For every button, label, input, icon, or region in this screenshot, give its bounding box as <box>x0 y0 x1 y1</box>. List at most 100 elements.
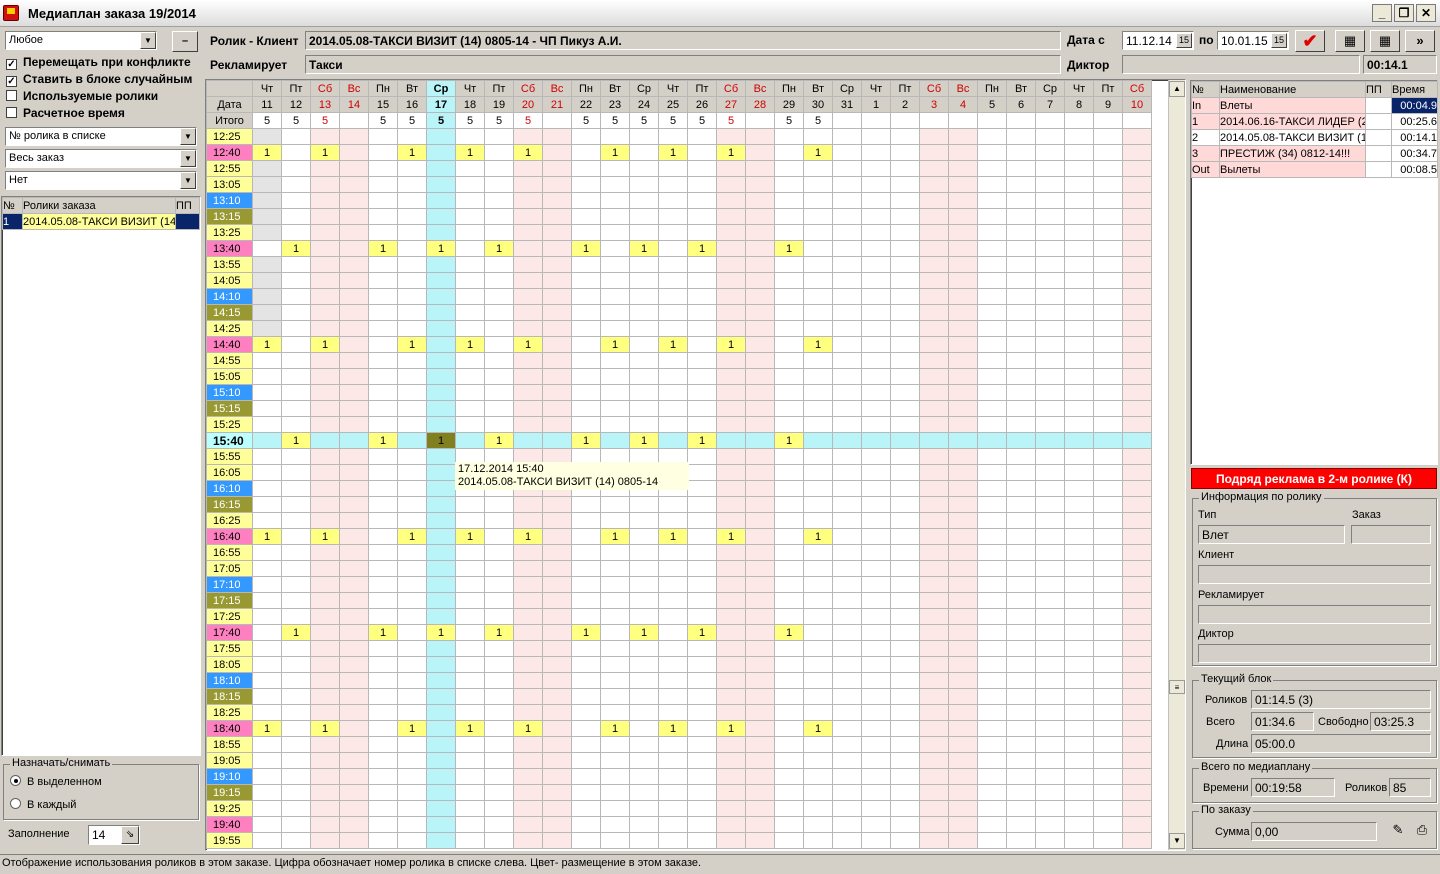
schedule-cell[interactable] <box>1122 240 1152 257</box>
schedule-cell[interactable] <box>919 624 949 641</box>
schedule-cell[interactable] <box>861 304 891 321</box>
schedule-cell[interactable] <box>600 320 630 337</box>
schedule-cell[interactable] <box>571 288 601 305</box>
schedule-cell[interactable] <box>368 576 398 593</box>
schedule-cell[interactable] <box>803 704 833 721</box>
schedule-cell[interactable] <box>861 224 891 241</box>
schedule-cell[interactable] <box>1093 480 1123 497</box>
schedule-cell[interactable] <box>426 208 456 225</box>
schedule-cell[interactable] <box>1093 304 1123 321</box>
schedule-cell[interactable] <box>890 240 920 257</box>
schedule-cell[interactable] <box>1006 656 1036 673</box>
schedule-cell[interactable] <box>774 384 804 401</box>
schedule-cell[interactable] <box>919 496 949 513</box>
schedule-cell[interactable] <box>571 576 601 593</box>
schedule-cell[interactable] <box>426 480 456 497</box>
schedule-cell[interactable] <box>629 656 659 673</box>
schedule-cell[interactable] <box>1064 592 1094 609</box>
schedule-cell[interactable] <box>310 832 340 849</box>
schedule-cell[interactable] <box>426 736 456 753</box>
schedule-cell[interactable] <box>1122 368 1152 385</box>
schedule-cell[interactable] <box>252 176 282 193</box>
schedule-cell[interactable] <box>919 448 949 465</box>
time-row[interactable]: 13:25 <box>206 224 1152 241</box>
schedule-cell[interactable] <box>919 208 949 225</box>
schedule-cell[interactable] <box>310 816 340 833</box>
schedule-cell[interactable] <box>455 608 485 625</box>
date-header[interactable]: 23 <box>600 96 630 113</box>
schedule-cell[interactable] <box>803 320 833 337</box>
schedule-cell[interactable] <box>1035 288 1065 305</box>
schedule-cell[interactable] <box>745 672 775 689</box>
schedule-cell[interactable] <box>658 288 688 305</box>
chevron-down-icon[interactable]: ▼ <box>180 150 196 167</box>
schedule-cell[interactable]: 1 <box>426 240 456 257</box>
schedule-cell[interactable] <box>745 416 775 433</box>
schedule-cell[interactable] <box>832 784 862 801</box>
schedule-cell[interactable] <box>861 832 891 849</box>
schedule-cell[interactable] <box>977 448 1007 465</box>
schedule-cell[interactable] <box>368 304 398 321</box>
schedule-cell[interactable] <box>484 544 514 561</box>
time-row[interactable]: 16:55 <box>206 544 1152 561</box>
schedule-cell[interactable] <box>252 224 282 241</box>
schedule-cell[interactable] <box>948 832 978 849</box>
schedule-cell[interactable] <box>1122 496 1152 513</box>
schedule-cell[interactable] <box>1064 816 1094 833</box>
schedule-cell[interactable] <box>310 240 340 257</box>
schedule-cell[interactable] <box>658 272 688 289</box>
schedule-cell[interactable] <box>339 752 369 769</box>
schedule-cell[interactable] <box>281 512 311 529</box>
schedule-cell[interactable] <box>426 304 456 321</box>
time-slot-label[interactable]: 19:55 <box>206 832 253 849</box>
time-slot-label[interactable]: 16:15 <box>206 496 253 513</box>
schedule-cell[interactable] <box>977 800 1007 817</box>
schedule-cell[interactable] <box>571 544 601 561</box>
maximize-button[interactable]: ❐ <box>1394 4 1414 22</box>
schedule-cell[interactable] <box>948 272 978 289</box>
schedule-cell[interactable] <box>832 640 862 657</box>
schedule-cell[interactable] <box>977 336 1007 353</box>
schedule-cell[interactable] <box>1093 208 1123 225</box>
schedule-cell[interactable] <box>919 672 949 689</box>
schedule-cell[interactable] <box>1093 144 1123 161</box>
schedule-cell[interactable] <box>513 624 543 641</box>
schedule-cell[interactable] <box>919 384 949 401</box>
schedule-cell[interactable] <box>832 736 862 753</box>
schedule-cell[interactable] <box>890 720 920 737</box>
blocks-header[interactable]: № <box>1191 81 1220 98</box>
schedule-cell[interactable] <box>1122 832 1152 849</box>
schedule-cell[interactable] <box>832 560 862 577</box>
schedule-cell[interactable] <box>890 784 920 801</box>
scroll-up-icon[interactable]: ▲ <box>1169 81 1185 97</box>
schedule-cell[interactable] <box>252 640 282 657</box>
schedule-cell[interactable] <box>1035 272 1065 289</box>
schedule-cell[interactable] <box>861 640 891 657</box>
schedule-cell[interactable] <box>687 672 717 689</box>
schedule-cell[interactable] <box>687 304 717 321</box>
schedule-cell[interactable] <box>977 384 1007 401</box>
schedule-cell[interactable] <box>600 192 630 209</box>
schedule-cell[interactable] <box>310 752 340 769</box>
schedule-cell[interactable] <box>600 384 630 401</box>
date-header[interactable]: 5 <box>977 96 1007 113</box>
schedule-cell[interactable] <box>397 688 427 705</box>
schedule-cell[interactable] <box>629 608 659 625</box>
schedule-cell[interactable] <box>1006 624 1036 641</box>
schedule-cell[interactable] <box>948 368 978 385</box>
schedule-cell[interactable] <box>977 288 1007 305</box>
schedule-cell[interactable] <box>890 704 920 721</box>
schedule-cell[interactable] <box>1093 800 1123 817</box>
schedule-cell[interactable] <box>600 288 630 305</box>
schedule-cell[interactable] <box>484 176 514 193</box>
schedule-cell[interactable] <box>1006 144 1036 161</box>
schedule-cell[interactable] <box>339 384 369 401</box>
schedule-cell[interactable] <box>310 608 340 625</box>
schedule-cell[interactable] <box>1122 272 1152 289</box>
schedule-cell[interactable] <box>600 672 630 689</box>
schedule-cell[interactable] <box>397 512 427 529</box>
schedule-cell[interactable] <box>513 560 543 577</box>
schedule-cell[interactable]: 1 <box>426 624 456 641</box>
schedule-cell[interactable] <box>455 688 485 705</box>
schedule-cell[interactable] <box>281 688 311 705</box>
